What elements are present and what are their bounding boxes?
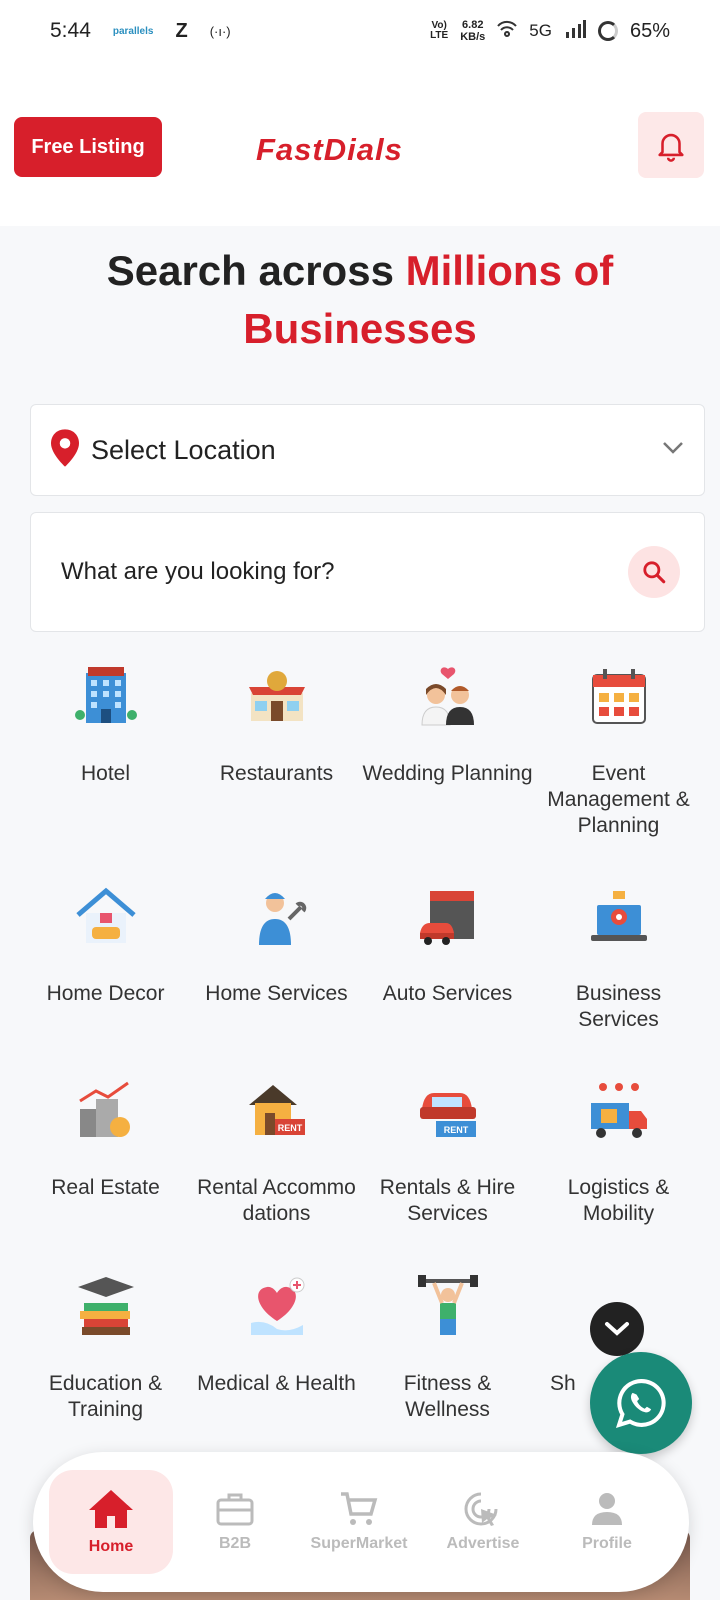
z-notification-icon: Z [175, 19, 188, 42]
svg-text:RENT: RENT [277, 1123, 302, 1133]
category-medical[interactable]: Medical & Health [191, 1275, 362, 1397]
status-time: 5:44 [50, 19, 91, 42]
category-wedding-planning[interactable]: Wedding Planning [362, 665, 533, 787]
whatsapp-button[interactable] [590, 1352, 692, 1454]
house-rent-icon: RENT [245, 1079, 309, 1143]
calendar-icon [587, 665, 651, 729]
battery-icon [597, 21, 618, 41]
search-icon [643, 561, 666, 584]
category-event-management[interactable]: Event Management & Planning [533, 665, 704, 839]
volte-icon: Vo) LTE [430, 20, 449, 41]
bottom-navigation: Home B2B SuperMarket Advertise Profile [33, 1452, 689, 1592]
category-restaurants[interactable]: Restaurants [191, 665, 362, 787]
truck-icon [587, 1079, 651, 1143]
app-header: Free Listing FastDials [0, 62, 720, 226]
category-education[interactable]: Education & Training [20, 1275, 191, 1423]
category-logistics[interactable]: Logistics & Mobility [533, 1079, 704, 1227]
nav-advertise[interactable]: Advertise [421, 1470, 545, 1574]
app-notification-icon: parallels [112, 25, 154, 37]
category-rental-accommodations[interactable]: RENT Rental Accommo dations [191, 1079, 362, 1227]
category-auto-services[interactable]: Auto Services [362, 885, 533, 1007]
weightlifter-icon [416, 1275, 480, 1339]
nav-home[interactable]: Home [49, 1470, 173, 1574]
category-business-services[interactable]: Business Services [533, 885, 704, 1033]
category-real-estate[interactable]: Real Estate [20, 1079, 191, 1201]
cursor-click-icon [464, 1492, 498, 1526]
wifi-icon [497, 20, 518, 43]
search-input[interactable] [61, 558, 628, 586]
category-home-services[interactable]: Home Services [191, 885, 362, 1007]
svg-text:RENT: RENT [443, 1125, 468, 1135]
category-home-decor[interactable]: Home Decor [20, 885, 191, 1007]
location-select[interactable]: Select Location [30, 404, 705, 496]
scroll-down-button[interactable] [590, 1302, 644, 1356]
building-growth-icon [74, 1079, 138, 1143]
search-bar [30, 512, 705, 632]
briefcase-icon [216, 1493, 254, 1526]
status-bar: 5:44 parallels Z (·ı·) Vo) LTE 6.82 KB/s… [0, 0, 720, 62]
garage-icon [416, 885, 480, 949]
signal-icon [564, 19, 586, 43]
mechanic-icon [245, 885, 309, 949]
hotel-icon [74, 665, 138, 729]
nav-supermarket[interactable]: SuperMarket [297, 1470, 421, 1574]
car-rent-icon: RENT [416, 1079, 480, 1143]
restaurant-icon [245, 665, 309, 729]
bell-icon [658, 133, 684, 162]
network-speed: 6.82 KB/s [460, 19, 486, 43]
location-label: Select Location [91, 434, 276, 465]
cart-icon [341, 1492, 378, 1525]
hero-title: Search across Millions of Businesses [106, 247, 614, 352]
search-button[interactable] [628, 546, 680, 598]
whatsapp-icon [615, 1379, 666, 1429]
books-icon [74, 1275, 138, 1339]
hotspot-icon: (·ı·) [209, 23, 231, 39]
notifications-button[interactable] [638, 112, 704, 178]
laptop-gear-icon [587, 885, 651, 949]
home-icon [89, 1490, 133, 1528]
chevron-down-icon [662, 441, 684, 460]
category-rentals-hire[interactable]: RENT Rentals & Hire Services [362, 1079, 533, 1227]
nav-profile[interactable]: Profile [545, 1470, 669, 1574]
person-icon [592, 1493, 622, 1525]
category-hotel[interactable]: Hotel [20, 665, 191, 787]
chevron-down-icon [605, 1322, 629, 1336]
fastdials-logo: FastDials [256, 132, 403, 167]
heart-hand-icon [245, 1275, 309, 1339]
wedding-icon [416, 665, 480, 729]
free-listing-button[interactable]: Free Listing [14, 117, 162, 177]
category-fitness[interactable]: Fitness & Wellness [362, 1275, 533, 1423]
battery-percent: 65% [629, 19, 670, 42]
nav-b2b[interactable]: B2B [173, 1470, 297, 1574]
network-type: 5G [529, 21, 552, 40]
home-decor-icon [74, 885, 138, 949]
location-pin-icon [51, 428, 79, 472]
